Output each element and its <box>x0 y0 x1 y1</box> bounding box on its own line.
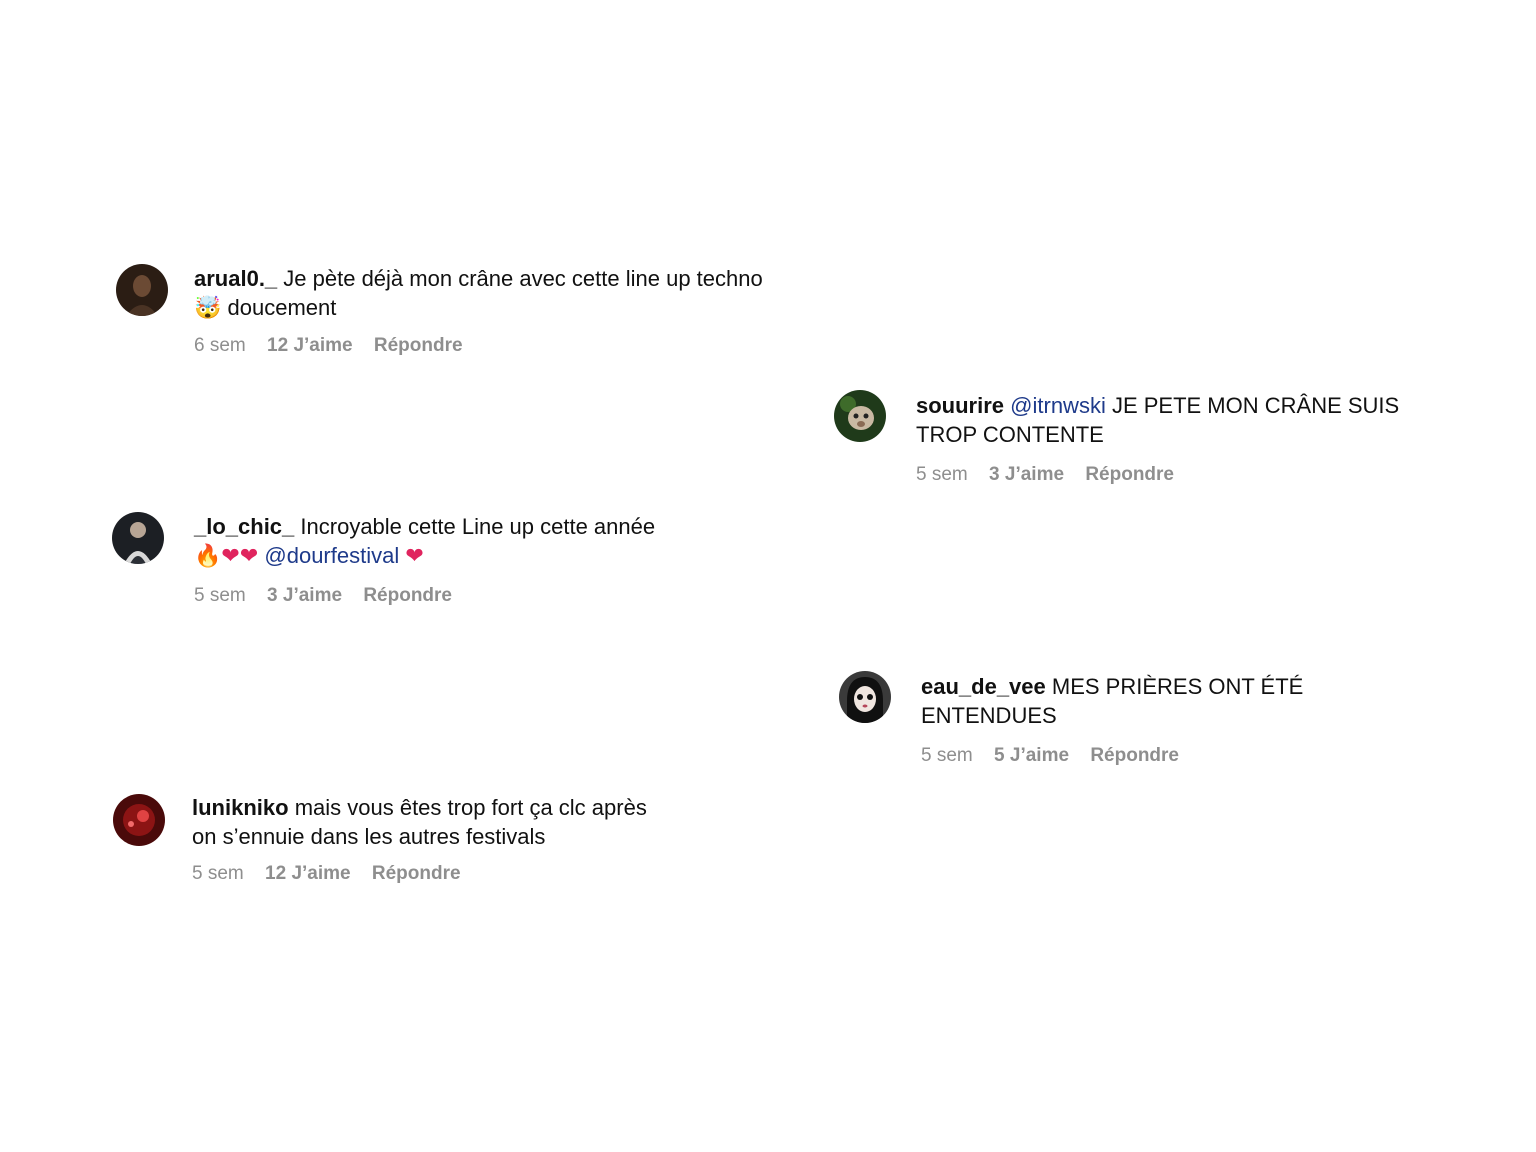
likes-count[interactable]: 12 J’aime <box>267 335 353 356</box>
comment-meta: 5 sem 12 J’aime Répondre <box>192 863 477 885</box>
comment-text-cont: ENTENDUES <box>921 703 1057 728</box>
comment-meta: 5 sem 5 J’aime Répondre <box>921 745 1195 767</box>
avatar-dark-portrait-icon <box>116 264 168 316</box>
avatar[interactable] <box>113 794 165 846</box>
comment-text: JE PETE MON CRÂNE SUIS <box>1111 393 1400 418</box>
comment-text: MES PRIÈRES ONT ÉTÉ <box>1051 674 1304 699</box>
timestamp: 5 sem <box>916 464 968 485</box>
exploding-head-emoji-icon: 🤯 <box>194 296 222 321</box>
timestamp: 6 sem <box>194 335 246 356</box>
likes-count[interactable]: 12 J’aime <box>265 863 351 884</box>
mention-link[interactable]: @dourfestival <box>264 543 399 568</box>
comment-text: Incroyable cette Line up cette année <box>300 514 656 539</box>
comment-text: Je pète déjà mon crâne avec cette line u… <box>283 266 763 291</box>
reply-button[interactable]: Répondre <box>1085 464 1174 485</box>
avatar[interactable] <box>116 264 168 316</box>
avatar-person-dark-icon <box>112 512 164 564</box>
reply-button[interactable]: Répondre <box>363 585 452 606</box>
avatar-doll-face-icon <box>839 671 891 723</box>
avatar[interactable] <box>834 390 886 442</box>
timestamp: 5 sem <box>194 585 246 606</box>
avatar-animal-green-icon <box>834 390 886 442</box>
reply-button[interactable]: Répondre <box>372 863 461 884</box>
avatar-red-lights-icon <box>113 794 165 846</box>
reply-button[interactable]: Répondre <box>374 335 463 356</box>
likes-count[interactable]: 3 J’aime <box>267 585 342 606</box>
avatar[interactable] <box>839 671 891 723</box>
likes-count[interactable]: 3 J’aime <box>989 464 1064 485</box>
avatar[interactable] <box>112 512 164 564</box>
username[interactable]: lunikniko <box>192 795 289 820</box>
comment-meta: 5 sem 3 J’aime Répondre <box>194 585 468 607</box>
username[interactable]: souurire <box>916 393 1004 418</box>
timestamp: 5 sem <box>192 863 244 884</box>
mention-link[interactable]: @itrnwski <box>1010 393 1106 418</box>
likes-count[interactable]: 5 J’aime <box>994 745 1069 766</box>
comment-meta: 5 sem 3 J’aime Répondre <box>916 464 1190 486</box>
reply-button[interactable]: Répondre <box>1090 745 1179 766</box>
timestamp: 5 sem <box>921 745 973 766</box>
heart-emoji-icon: ❤ <box>405 544 424 569</box>
comment-text-cont: on s’ennuie dans les autres festivals <box>192 824 546 849</box>
comment-meta: 6 sem 12 J’aime Répondre <box>194 335 479 357</box>
comment-text: mais vous êtes trop fort ça clc après <box>294 795 647 820</box>
username[interactable]: _lo_chic_ <box>194 514 294 539</box>
comment-text-cont: TROP CONTENTE <box>916 422 1104 447</box>
fire-hearts-emoji-icon: 🔥❤❤ <box>194 544 259 569</box>
comment-text-cont: doucement <box>227 295 337 320</box>
username[interactable]: arual0._ <box>194 266 277 291</box>
username[interactable]: eau_de_vee <box>921 674 1046 699</box>
